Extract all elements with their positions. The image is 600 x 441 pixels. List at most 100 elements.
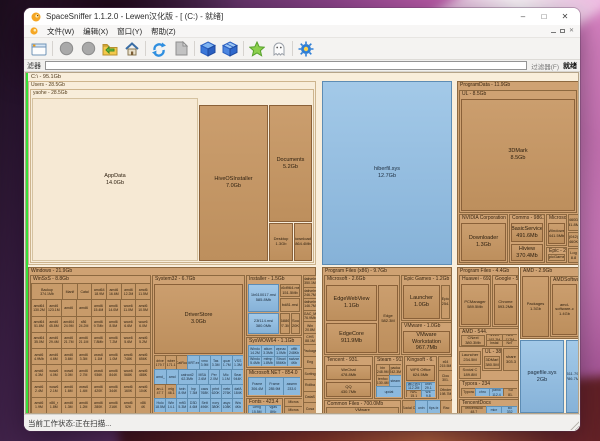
block-amd6[interactable]: amd621.1M: [76, 332, 92, 349]
block-windo[interactable]: Windo5.4Mb: [248, 356, 262, 367]
block-amd6[interactable]: amd61.3M: [61, 397, 77, 413]
block-catroot2[interactable]: catroot262.3Mb: [178, 369, 197, 384]
block-x64[interactable]: x64215.5M: [438, 356, 452, 371]
block-amd6[interactable]: amd61.6M: [61, 381, 77, 398]
block-23f114-msi[interactable]: 23f114.msi380.0Mb: [248, 313, 279, 334]
block-chro[interactable]: chro: [475, 388, 490, 396]
block-amd6[interactable]: amd6420K: [91, 381, 107, 398]
block-ofinder[interactable]: Ofinder198.7M: [438, 385, 452, 399]
block-amd6[interactable]: amd6: [76, 299, 92, 316]
amd544-grid[interactable]: NVIDI192.2MNvC117MInstalNvT: [486, 334, 517, 346]
block-epic[interactable]: Epic254.: [441, 285, 450, 319]
block-micr[interactable]: micr: [486, 406, 503, 413]
block-typora[interactable]: Typora: [461, 388, 476, 396]
maximize-button[interactable]: □: [536, 8, 552, 25]
block-amd6[interactable]: amd61.9M: [31, 397, 47, 413]
block-micros[interactable]: Micros: [284, 406, 302, 414]
block-documents[interactable]: Documents5.2Gb: [269, 105, 312, 222]
new-view-button[interactable]: [28, 39, 50, 59]
block-amd6[interactable]: amd6488K: [135, 364, 150, 381]
block-042[interactable]: (042)460K: [568, 232, 579, 247]
msnet-grid[interactable]: Frame306.4MFrame285.9Massem233.0: [248, 377, 300, 395]
block-amd6[interactable]: amd615.4M: [91, 299, 107, 316]
block-amd6[interactable]: amd6: [61, 299, 77, 316]
block-wechat[interactable]: WeChat478.8Mb: [326, 365, 371, 380]
block-epicgames[interactable]: EpicGames: [548, 254, 565, 261]
block-hiveosinstaller[interactable]: HiveOSInstaller7.0Gb: [199, 105, 268, 261]
block-edge[interactable]: Edge582.3M: [378, 285, 398, 353]
block-backup[interactable]: Backup374.1Mb: [31, 283, 63, 300]
menu-item-file[interactable]: 文件(W): [47, 26, 74, 37]
system32-grid[interactable]: drive179.7wber171.1CatRootMRT.exvmo3.9MT…: [154, 355, 243, 412]
block-3dmarl[interactable]: 3DMarl380.5M: [484, 356, 500, 369]
settings-button[interactable]: [295, 39, 317, 59]
block-amd6[interactable]: amd6216K: [105, 397, 121, 413]
menu-item-window[interactable]: 窗口(Y): [117, 26, 142, 37]
block-x86[interactable]: x8624.2M: [76, 316, 92, 333]
block-vmware[interactable]: VMware: [326, 407, 399, 414]
block-amd6[interactable]: amd68.5M: [105, 316, 121, 333]
block-cosa[interactable]: Cosa: [303, 402, 316, 414]
commonfiles-right[interactable]: Social Cunintips.txRac: [402, 400, 452, 414]
close-button[interactable]: ✕: [557, 8, 573, 25]
block-amd6[interactable]: amd67.8Mb: [91, 332, 107, 349]
block-amd6[interactable]: amd6123.1M: [46, 299, 62, 316]
block-wow6[interactable]: wow61.4M: [76, 381, 92, 398]
block-amd6[interactable]: amd63.3M: [76, 348, 92, 365]
block-downloads[interactable]: Downloads864.4Mb: [294, 223, 312, 261]
block-amd6[interactable]: amd6844K: [105, 364, 121, 381]
block-amd6[interactable]: amd652K: [120, 397, 136, 413]
refresh-button[interactable]: [148, 39, 170, 59]
record-left-button[interactable]: [55, 39, 77, 59]
block-amd6[interactable]: amd69.7Mb: [91, 316, 107, 333]
menu-item-help[interactable]: 帮助(Z): [151, 26, 176, 37]
pfx86-right-column[interactable]: x64215.5MClou301.Ofinder198.7M: [438, 356, 452, 399]
block-tips-tx[interactable]: tips.tx: [427, 400, 441, 414]
block-amd6[interactable]: amd6280K: [91, 397, 107, 413]
block-amd64[interactable]: amd64130.2M: [31, 299, 47, 316]
block-amd64[interactable]: amd6435.0M: [31, 332, 47, 349]
menu-item-edit[interactable]: 编辑(X): [83, 26, 108, 37]
block-511-79[interactable]: 511.79786.7M: [566, 340, 579, 413]
block-amd6[interactable]: amd6344K: [105, 381, 121, 398]
block-dafa[interactable]: dafA184K: [232, 384, 243, 399]
block-bd81-msi[interactable]: bd81.msi: [280, 298, 300, 312]
block-updat[interactable]: updat: [376, 386, 401, 397]
kingsoft-grid[interactable]: 通达信4112.2Munin29.1NvC15.1WE9.8: [406, 382, 435, 397]
mdi-close-icon[interactable]: ✕: [569, 25, 574, 38]
open-folder-button[interactable]: [99, 39, 121, 59]
block-amd6[interactable]: amd614.0M: [105, 299, 121, 316]
mdi-restore-icon[interactable]: [560, 29, 565, 33]
block-bd[interactable]: bd332: [501, 406, 517, 413]
windows-right-column[interactable]: NativeIm350.1MNativeIm246.7MNativeIm146.…: [303, 275, 316, 414]
winsxs-grid[interactable]: Backup374.1MbManifCatalamd6418.9Mamd616.…: [31, 283, 150, 413]
block-wow6[interactable]: wow66.0M: [135, 316, 150, 333]
block-appdata[interactable]: AppData14.0Gb: [32, 98, 198, 261]
block-amd6[interactable]: amd6160K: [120, 381, 136, 398]
block-amd-software-c[interactable]: amd-software-c1.4Gb: [552, 284, 577, 335]
block-social-c[interactable]: Social C189.8M: [459, 366, 481, 379]
block-amd64[interactable]: amd6418.9M: [91, 283, 107, 300]
block-desktop[interactable]: Desktop1.3Gb: [269, 223, 293, 261]
block-wow6[interactable]: wow611.0M: [120, 299, 136, 316]
block-nvt[interactable]: NvT: [502, 340, 518, 346]
block-cnext[interactable]: CNext380.3Mb: [461, 335, 485, 346]
block-1b610017-msi[interactable]: 1b610017.msi585.8Mb: [248, 284, 279, 312]
block-vmware-workstation[interactable]: VMware Workstation967.7Mb: [403, 331, 450, 353]
block-amd6[interactable]: amd616.6M: [106, 283, 122, 300]
block-manif[interactable]: Manif: [62, 283, 78, 300]
block-amd64[interactable]: amd6451.8M: [31, 316, 47, 333]
filter-input[interactable]: [45, 61, 527, 70]
block-amd64[interactable]: amd6424.9M: [61, 316, 77, 333]
block-vss[interactable]: VSS1.3M: [232, 355, 243, 370]
block-assem[interactable]: assem233.0: [283, 377, 300, 395]
block-social-c[interactable]: Social C: [402, 400, 416, 414]
block-amd6[interactable]: amd63.6M: [61, 348, 77, 365]
block-wow6[interactable]: wow65.6M: [120, 332, 136, 349]
block-amd6[interactable]: amd62.4M: [31, 381, 47, 398]
block-wow6[interactable]: wow63.0M: [61, 364, 77, 381]
block-amd6[interactable]: amd611.5M: [135, 283, 150, 300]
block-ww[interactable]: Ww4Kb: [232, 398, 243, 412]
block-mfmp[interactable]: mfmp1.8Mb: [261, 356, 275, 367]
block-clou[interactable]: Clou301.: [438, 370, 452, 385]
